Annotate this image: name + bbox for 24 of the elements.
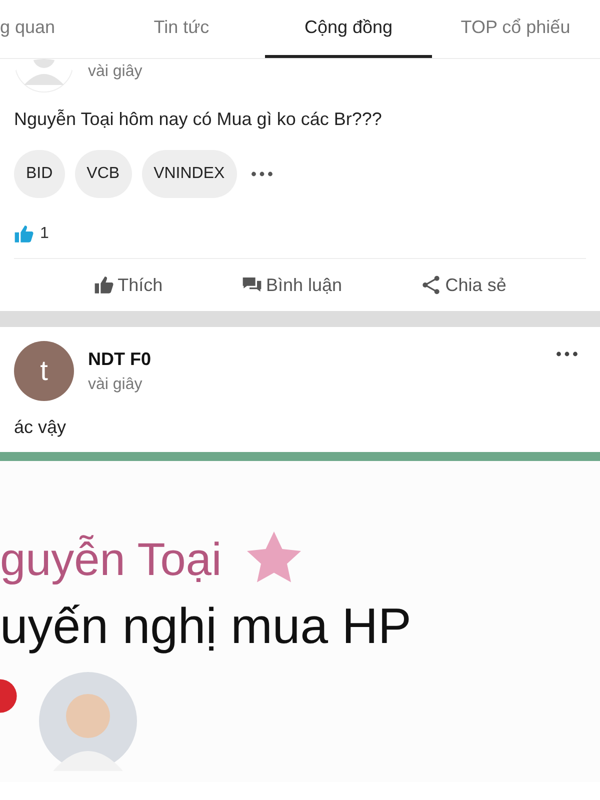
author-name: NDT F0: [88, 348, 152, 370]
stock-tag[interactable]: BID: [14, 150, 65, 198]
more-icon[interactable]: [556, 351, 578, 357]
avatar-icon: [38, 671, 138, 771]
tab[interactable]: g quan: [0, 0, 98, 58]
tab[interactable]: TOP cổ phiếu: [432, 0, 599, 58]
share-icon: [421, 275, 442, 295]
post-text: Nguyễn Toại hôm nay có Mua gì ko các Br???: [14, 109, 383, 130]
image-name-text: guyễn Toại: [0, 532, 222, 586]
share-button[interactable]: Chia sẻ: [415, 259, 512, 311]
like-button[interactable]: Thích: [88, 259, 169, 311]
image-caption-text: uyến nghị mua HP: [0, 597, 412, 655]
more-icon[interactable]: [250, 171, 273, 177]
stock-tag[interactable]: VCB: [74, 150, 132, 198]
tab[interactable]: Tin tức: [98, 0, 265, 58]
avatar[interactable]: t: [14, 341, 74, 401]
post-time: vài giây: [88, 376, 144, 394]
stock-tag[interactable]: VNINDEX: [142, 150, 237, 198]
like-count: 1: [40, 225, 49, 243]
post-text: ác vậy: [14, 417, 68, 438]
thumbs-up-icon: [94, 275, 114, 295]
thumbs-up-icon: [14, 224, 34, 244]
post-time: vài giây: [88, 63, 144, 81]
comment-button[interactable]: Bình luận: [236, 259, 348, 311]
